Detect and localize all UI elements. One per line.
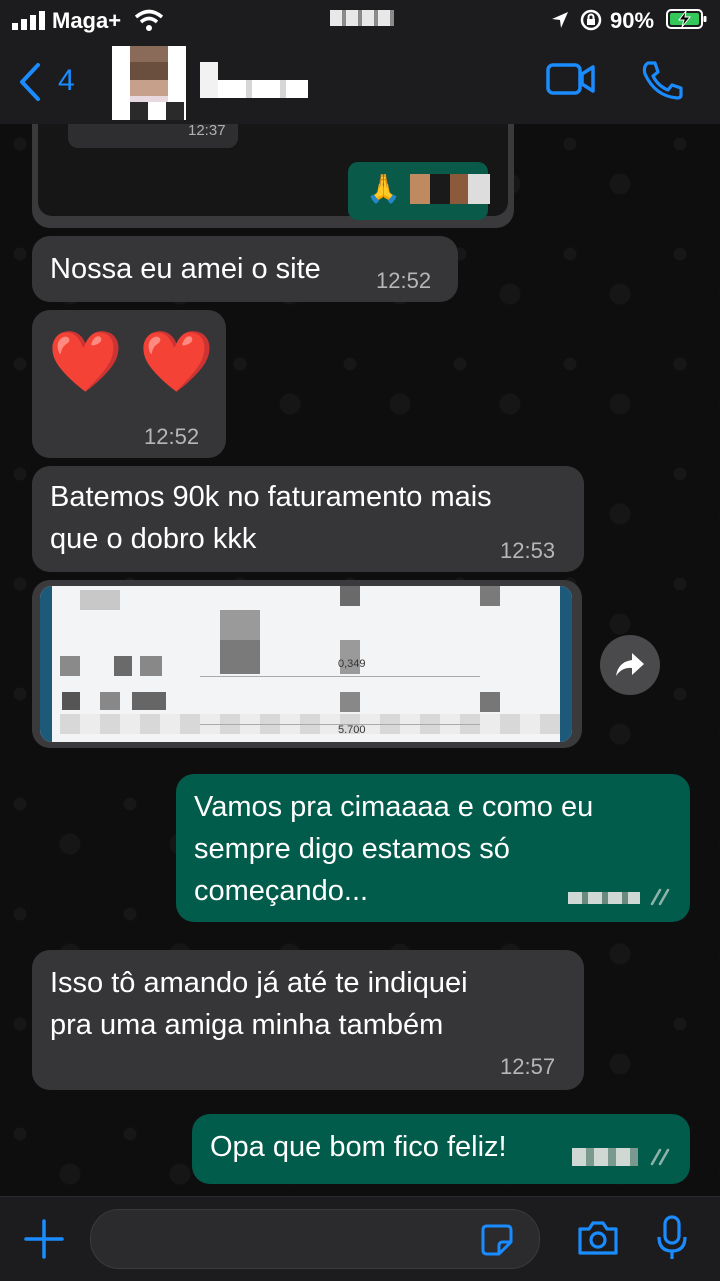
read-receipt-icon: [650, 1148, 672, 1166]
message-time: 12:53: [500, 538, 556, 563]
image-label: 0,349: [338, 658, 366, 670]
image-label: 5.700: [338, 724, 366, 736]
time-redacted: [568, 892, 640, 904]
message-time: 12:52: [144, 424, 200, 449]
message-time: 12:52: [376, 268, 432, 293]
forward-button[interactable]: [600, 635, 660, 695]
message-input[interactable]: [90, 1209, 540, 1269]
outgoing-message[interactable]: Opa que bom fico feliz!: [192, 1114, 690, 1184]
time-redacted: [572, 1148, 638, 1166]
image-message[interactable]: 0,349 5.700: [32, 580, 582, 748]
quoted-image-preview: 12:37 🙏: [38, 122, 508, 220]
battery-percent: 90%: [610, 8, 655, 33]
outgoing-message[interactable]: Vamos pra cimaaaa e como eu sempre digo …: [176, 774, 690, 922]
camera-icon[interactable]: [576, 1219, 620, 1257]
read-receipt-icon: [650, 888, 672, 906]
video-icon[interactable]: [546, 62, 596, 96]
status-bar: Maga+ 90%: [0, 0, 720, 40]
image-content-redacted: 0,349 5.700: [40, 586, 572, 742]
redacted-emojis: [410, 174, 490, 204]
forward-icon: [614, 651, 646, 679]
mic-icon[interactable]: [656, 1215, 688, 1261]
chevron-left-icon[interactable]: [18, 62, 42, 102]
signal-icon: [12, 10, 46, 30]
wifi-icon: [134, 8, 164, 32]
carrier-label: Maga+: [52, 8, 122, 33]
plus-icon[interactable]: [24, 1219, 64, 1259]
orientation-lock-icon: [580, 9, 602, 31]
praying-hands-emoji: 🙏: [366, 173, 401, 204]
image-message[interactable]: 12:37 🙏: [32, 122, 514, 228]
incoming-message[interactable]: Isso tô amando já até te indiquei pra um…: [32, 950, 584, 1090]
clock-redacted: [330, 10, 394, 26]
message-text: Batemos 90k no faturamento mais que o do…: [50, 481, 492, 555]
message-text: Isso tô amando já até te indiquei pra um…: [50, 967, 468, 1041]
contact-name-redacted[interactable]: [200, 62, 308, 98]
location-icon: [550, 10, 570, 30]
inner-message-time: 12:37: [188, 122, 226, 139]
back-count[interactable]: 4: [58, 64, 75, 98]
incoming-message[interactable]: Nossa eu amei o site 12:52: [32, 236, 458, 302]
phone-icon[interactable]: [640, 60, 684, 100]
chat-header: 4: [0, 40, 720, 125]
message-text: Opa que bom fico feliz!: [210, 1131, 507, 1163]
incoming-message[interactable]: Batemos 90k no faturamento mais que o do…: [32, 466, 584, 572]
sticker-icon[interactable]: [481, 1224, 513, 1256]
heart-emojis: ❤️ ❤️: [48, 328, 215, 395]
incoming-emoji-message[interactable]: ❤️ ❤️ 12:52: [32, 310, 226, 458]
message-text: Vamos pra cimaaaa e como eu sempre digo …: [194, 791, 594, 907]
avatar[interactable]: [112, 46, 186, 120]
message-input-bar: [0, 1196, 720, 1281]
message-text: Nossa eu amei o site: [50, 253, 321, 285]
battery-icon: [666, 8, 708, 30]
message-time: 12:57: [500, 1054, 556, 1079]
